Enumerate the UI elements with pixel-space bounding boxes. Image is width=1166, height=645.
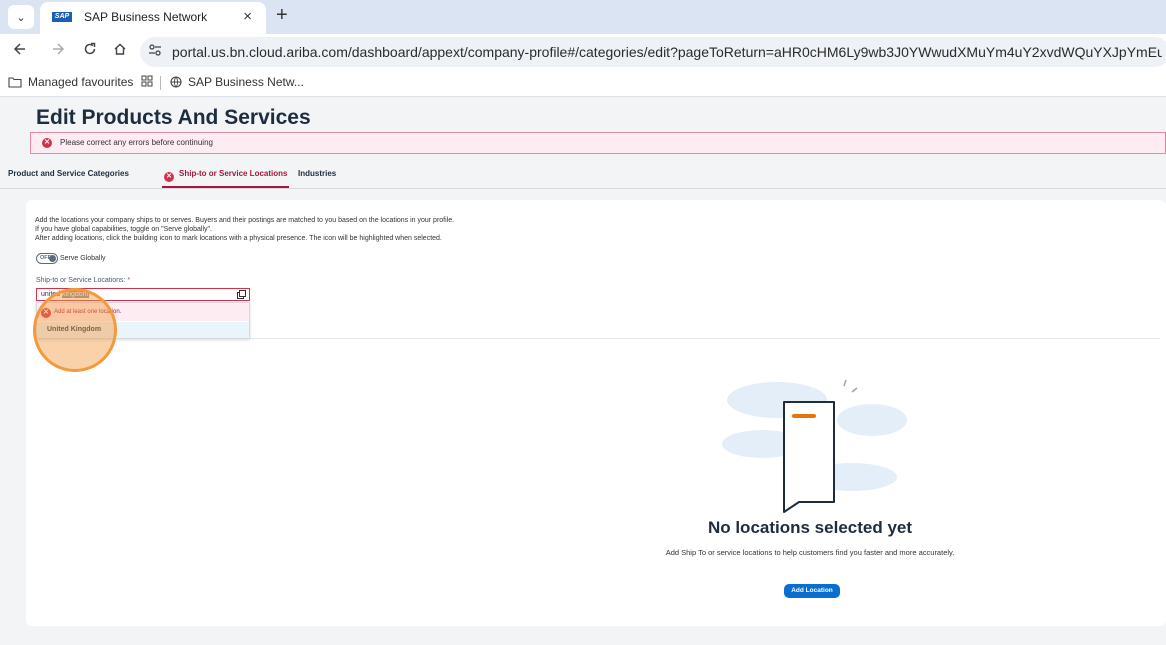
locations-card — [26, 200, 1166, 626]
tab-search-icon[interactable]: ⌄ — [8, 5, 34, 29]
browser-tab[interactable]: SAP SAP Business Network × — [40, 2, 266, 34]
address-bar-url: portal.us.bn.cloud.ariba.com/dashboard/a… — [172, 44, 1162, 60]
tab-industries[interactable]: Industries — [298, 169, 336, 178]
tab-product-service-categories[interactable]: Product and Service Categories — [8, 169, 129, 178]
apps-grid-icon[interactable] — [141, 75, 153, 87]
serve-globally-toggle[interactable]: OFF — [36, 253, 58, 264]
locations-description: Add the locations your company ships to … — [35, 216, 454, 243]
error-banner: ✕ Please correct any errors before conti… — [30, 132, 1166, 154]
reload-icon[interactable] — [80, 42, 100, 60]
browser-tab-strip: ⌄ SAP SAP Business Network × + — [0, 0, 1166, 34]
empty-state-text: Add Ship To or service locations to help… — [665, 548, 955, 557]
bookmark-sap-business-network[interactable]: SAP Business Netw... — [170, 75, 304, 89]
sap-favicon-icon: SAP — [52, 12, 72, 22]
description-line: After adding locations, click the buildi… — [35, 235, 442, 242]
description-line: If you have global capabilities, toggle … — [35, 226, 212, 233]
home-icon[interactable] — [110, 42, 130, 60]
error-icon: ✕ — [42, 138, 52, 148]
browser-toolbar: portal.us.bn.cloud.ariba.com/dashboard/a… — [0, 34, 1166, 70]
bookmark-managed-label: Managed favourites — [28, 75, 134, 89]
globe-icon — [170, 76, 182, 88]
browser-tab-title: SAP Business Network — [84, 10, 208, 24]
add-location-button[interactable]: Add Location — [784, 584, 840, 598]
error-icon: ✕ — [164, 172, 174, 182]
new-tab-icon[interactable]: + — [276, 4, 288, 27]
description-line: Add the locations your company ships to … — [35, 217, 455, 224]
section-tabs: Product and Service Categories ✕ Ship-to … — [0, 160, 1166, 189]
site-info-icon[interactable] — [148, 43, 162, 60]
bookmark-sap-label: SAP Business Netw... — [188, 75, 304, 89]
empty-state-title: No locations selected yet — [707, 518, 913, 537]
bookmarks-bar: Managed favourites SAP Business Netw... — [0, 70, 1166, 97]
managed-folder-icon — [8, 77, 22, 88]
tab-label: Industries — [298, 169, 337, 178]
back-icon[interactable] — [10, 42, 30, 60]
click-highlight-marker — [33, 288, 117, 372]
bookmark-managed-favourites[interactable]: Managed favourites — [8, 75, 133, 89]
section-divider — [250, 338, 1160, 339]
field-label-text: Ship-to or Service Locations: — [36, 277, 126, 284]
serve-globally-row: OFF Serve Globally — [36, 253, 106, 264]
required-mark: * — [127, 277, 131, 284]
tab-label: Ship-to or Service Locations — [179, 169, 288, 178]
forward-icon[interactable] — [48, 42, 68, 60]
serve-globally-label: Serve Globally — [60, 255, 106, 262]
locations-field-label: Ship-to or Service Locations: * — [36, 277, 130, 284]
tab-ship-to-locations[interactable]: ✕ Ship-to or Service Locations — [161, 169, 290, 188]
error-banner-text: Please correct any errors before continu… — [60, 138, 213, 147]
empty-document-illustration — [722, 379, 907, 513]
page-title: Edit Products And Services — [36, 106, 311, 129]
address-bar[interactable]: portal.us.bn.cloud.ariba.com/dashboard/a… — [140, 37, 1166, 67]
close-tab-icon[interactable]: × — [243, 8, 252, 25]
tab-label: Product and Service Categories — [8, 169, 129, 178]
bookmarks-separator — [160, 76, 161, 90]
value-help-icon[interactable] — [237, 290, 246, 301]
